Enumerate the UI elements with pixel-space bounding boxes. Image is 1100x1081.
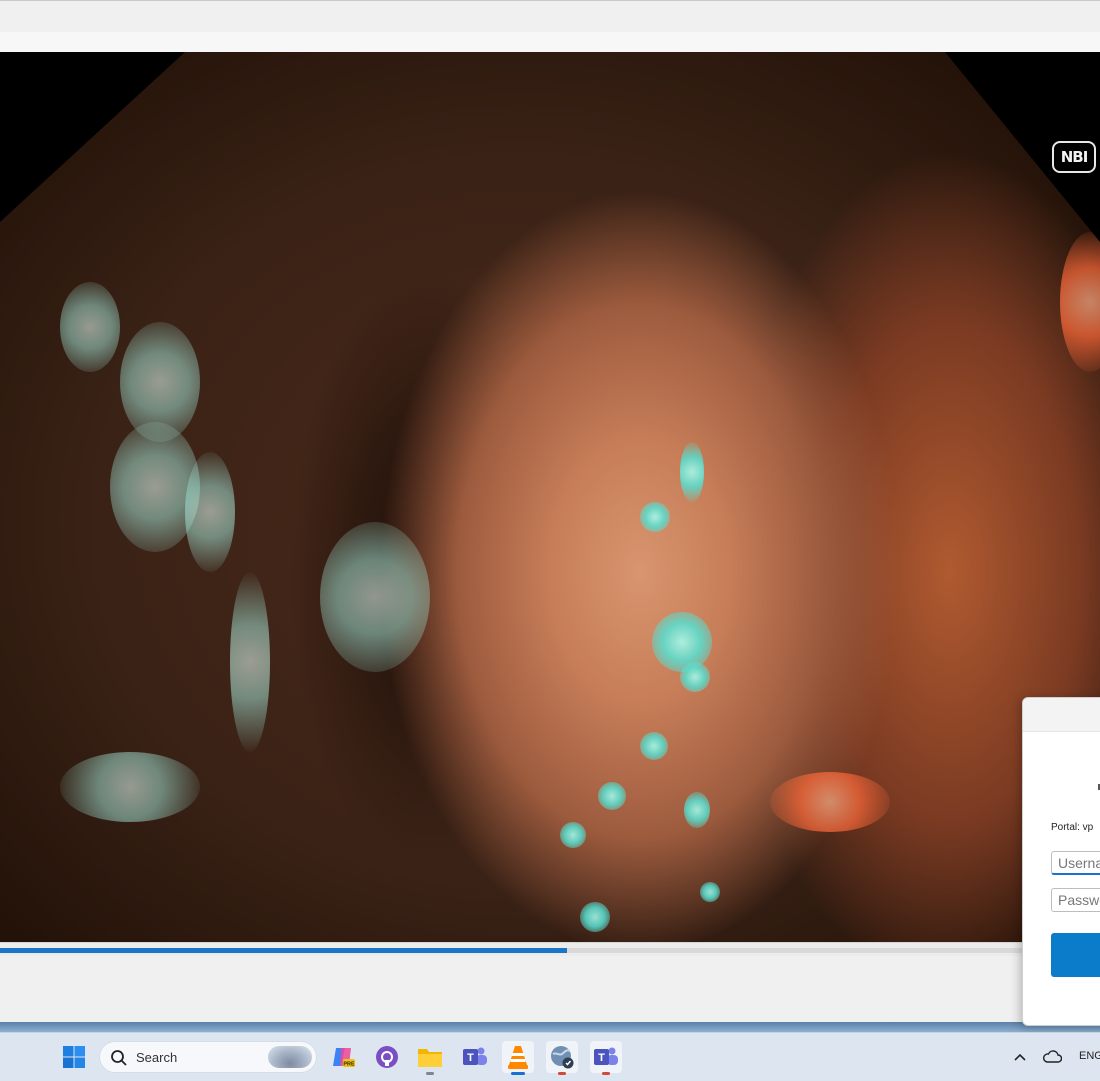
dialog-title-bar — [1023, 698, 1100, 732]
taskbar: Search PRE T T ENG — [0, 1032, 1100, 1081]
github-desktop-icon[interactable] — [371, 1041, 403, 1073]
active-indicator — [511, 1072, 525, 1075]
svg-text:T: T — [467, 1052, 474, 1064]
player-menu-bar — [0, 32, 1100, 53]
running-indicator — [558, 1072, 566, 1075]
search-highlight-image — [268, 1046, 312, 1068]
video-display[interactable]: NBI — [0, 52, 1100, 942]
seek-progress — [0, 948, 567, 953]
search-label: Search — [136, 1050, 178, 1065]
running-indicator — [602, 1072, 610, 1075]
vlc-icon[interactable] — [502, 1041, 534, 1075]
username-field[interactable] — [1051, 851, 1100, 875]
start-icon[interactable] — [58, 1041, 90, 1073]
vpn-globe-icon[interactable] — [546, 1041, 578, 1075]
endoscopy-frame — [0, 52, 1100, 942]
seek-track[interactable] — [0, 948, 1100, 953]
teams-icon[interactable]: T — [459, 1041, 491, 1073]
chevron-up-icon[interactable] — [1006, 1041, 1034, 1073]
portal-label: Portal: vp — [1051, 822, 1094, 833]
password-field[interactable] — [1051, 888, 1100, 912]
search-icon — [110, 1049, 128, 1072]
svg-text:PRE: PRE — [343, 1062, 355, 1068]
nbi-badge: NBI — [1052, 141, 1096, 173]
taskbar-search[interactable]: Search — [99, 1041, 317, 1073]
svg-text:T: T — [598, 1052, 605, 1064]
copilot-icon[interactable]: PRE — [327, 1041, 359, 1073]
player-title-bar — [0, 0, 1100, 33]
language-indicator[interactable]: ENG — [1079, 1050, 1100, 1062]
player-controls — [0, 956, 1100, 1023]
file-explorer-icon[interactable] — [414, 1041, 446, 1075]
desktop-background — [0, 1022, 1100, 1032]
teams-icon-2[interactable]: T — [590, 1041, 622, 1075]
connect-button[interactable] — [1051, 933, 1100, 977]
vpn-login-dialog: Portal: vp — [1022, 697, 1100, 1026]
running-indicator — [426, 1072, 434, 1075]
onedrive-cloud-icon[interactable] — [1038, 1041, 1066, 1073]
seek-bar[interactable] — [0, 942, 1100, 957]
